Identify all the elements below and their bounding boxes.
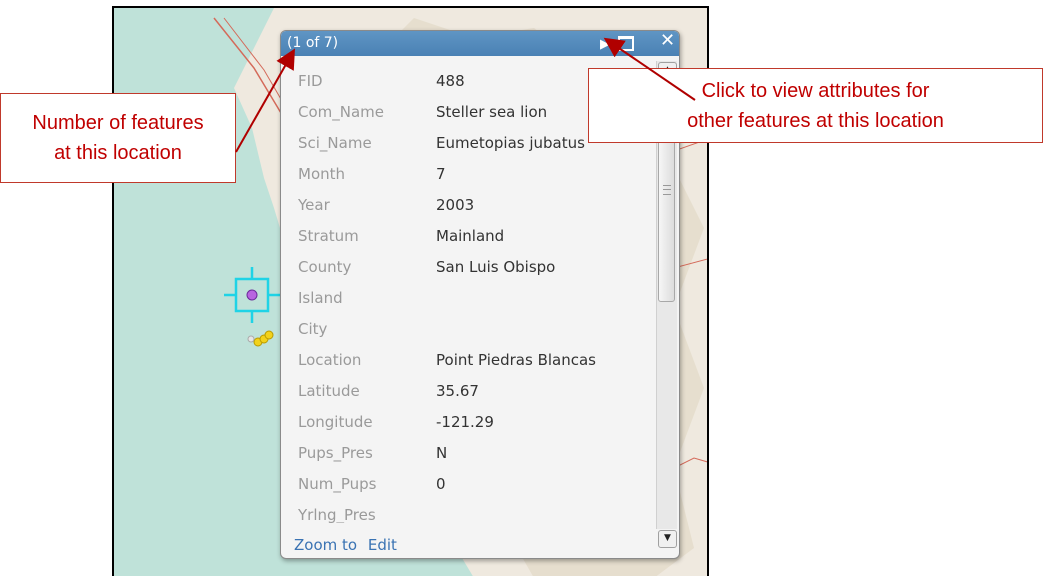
attribute-value: N <box>436 444 448 462</box>
callout-text: other features at this location <box>687 110 944 132</box>
next-feature-icon[interactable]: ▶ <box>600 36 610 54</box>
attribute-name: Location <box>298 351 362 369</box>
callout-text: Click to view attributes for <box>701 80 930 102</box>
next-feature-callout: Click to view attributes for other featu… <box>588 68 1043 143</box>
close-icon[interactable]: ✕ <box>660 32 675 50</box>
scroll-down-icon[interactable]: ▼ <box>658 530 677 548</box>
attribute-name: County <box>298 258 352 276</box>
zoom-to-link[interactable]: Zoom to <box>294 536 357 554</box>
attribute-name: Num_Pups <box>298 475 377 493</box>
attribute-value: Point Piedras Blancas <box>436 351 596 369</box>
attribute-name: Island <box>298 289 343 307</box>
attribute-name: Pups_Pres <box>298 444 373 462</box>
attribute-value: 35.67 <box>436 382 479 400</box>
attribute-value: -121.29 <box>436 413 494 431</box>
attribute-name: Yrlng_Pres <box>298 506 376 523</box>
attribute-value: 2003 <box>436 196 475 214</box>
attribute-name: FID <box>298 72 323 90</box>
attribute-value: Mainland <box>436 227 505 245</box>
grip-icon <box>663 185 671 195</box>
attribute-name: Sci_Name <box>298 134 372 152</box>
attribute-value: 488 <box>436 72 465 90</box>
feature-point <box>247 335 255 343</box>
attribute-name: Month <box>298 165 346 183</box>
attribute-name: Longitude <box>298 413 373 431</box>
selection-marker[interactable] <box>224 267 280 323</box>
attribute-name: Com_Name <box>298 103 385 121</box>
callout-text: Number of features <box>32 112 204 134</box>
feature-count-label: (1 of 7) <box>287 35 339 51</box>
attribute-name: City <box>298 320 328 338</box>
maximize-icon[interactable] <box>618 36 634 51</box>
popup-actions: Zoom to Edit <box>294 536 403 554</box>
attribute-value: Eumetopias jubatus <box>436 134 585 152</box>
attribute-value: Steller sea lion <box>436 103 548 121</box>
attribute-value: 7 <box>436 165 446 183</box>
attribute-value: 0 <box>436 475 446 493</box>
attribute-name: Latitude <box>298 382 360 400</box>
attribute-value: San Luis Obispo <box>436 258 556 276</box>
edit-link[interactable]: Edit <box>368 536 397 554</box>
attribute-name: Stratum <box>298 227 359 245</box>
feature-count-callout: Number of features at this location <box>0 93 236 183</box>
feature-point <box>264 330 274 340</box>
popup-header: (1 of 7) ▶ ✕ <box>281 31 679 56</box>
attribute-name: Year <box>298 196 330 214</box>
callout-text: at this location <box>54 142 182 164</box>
